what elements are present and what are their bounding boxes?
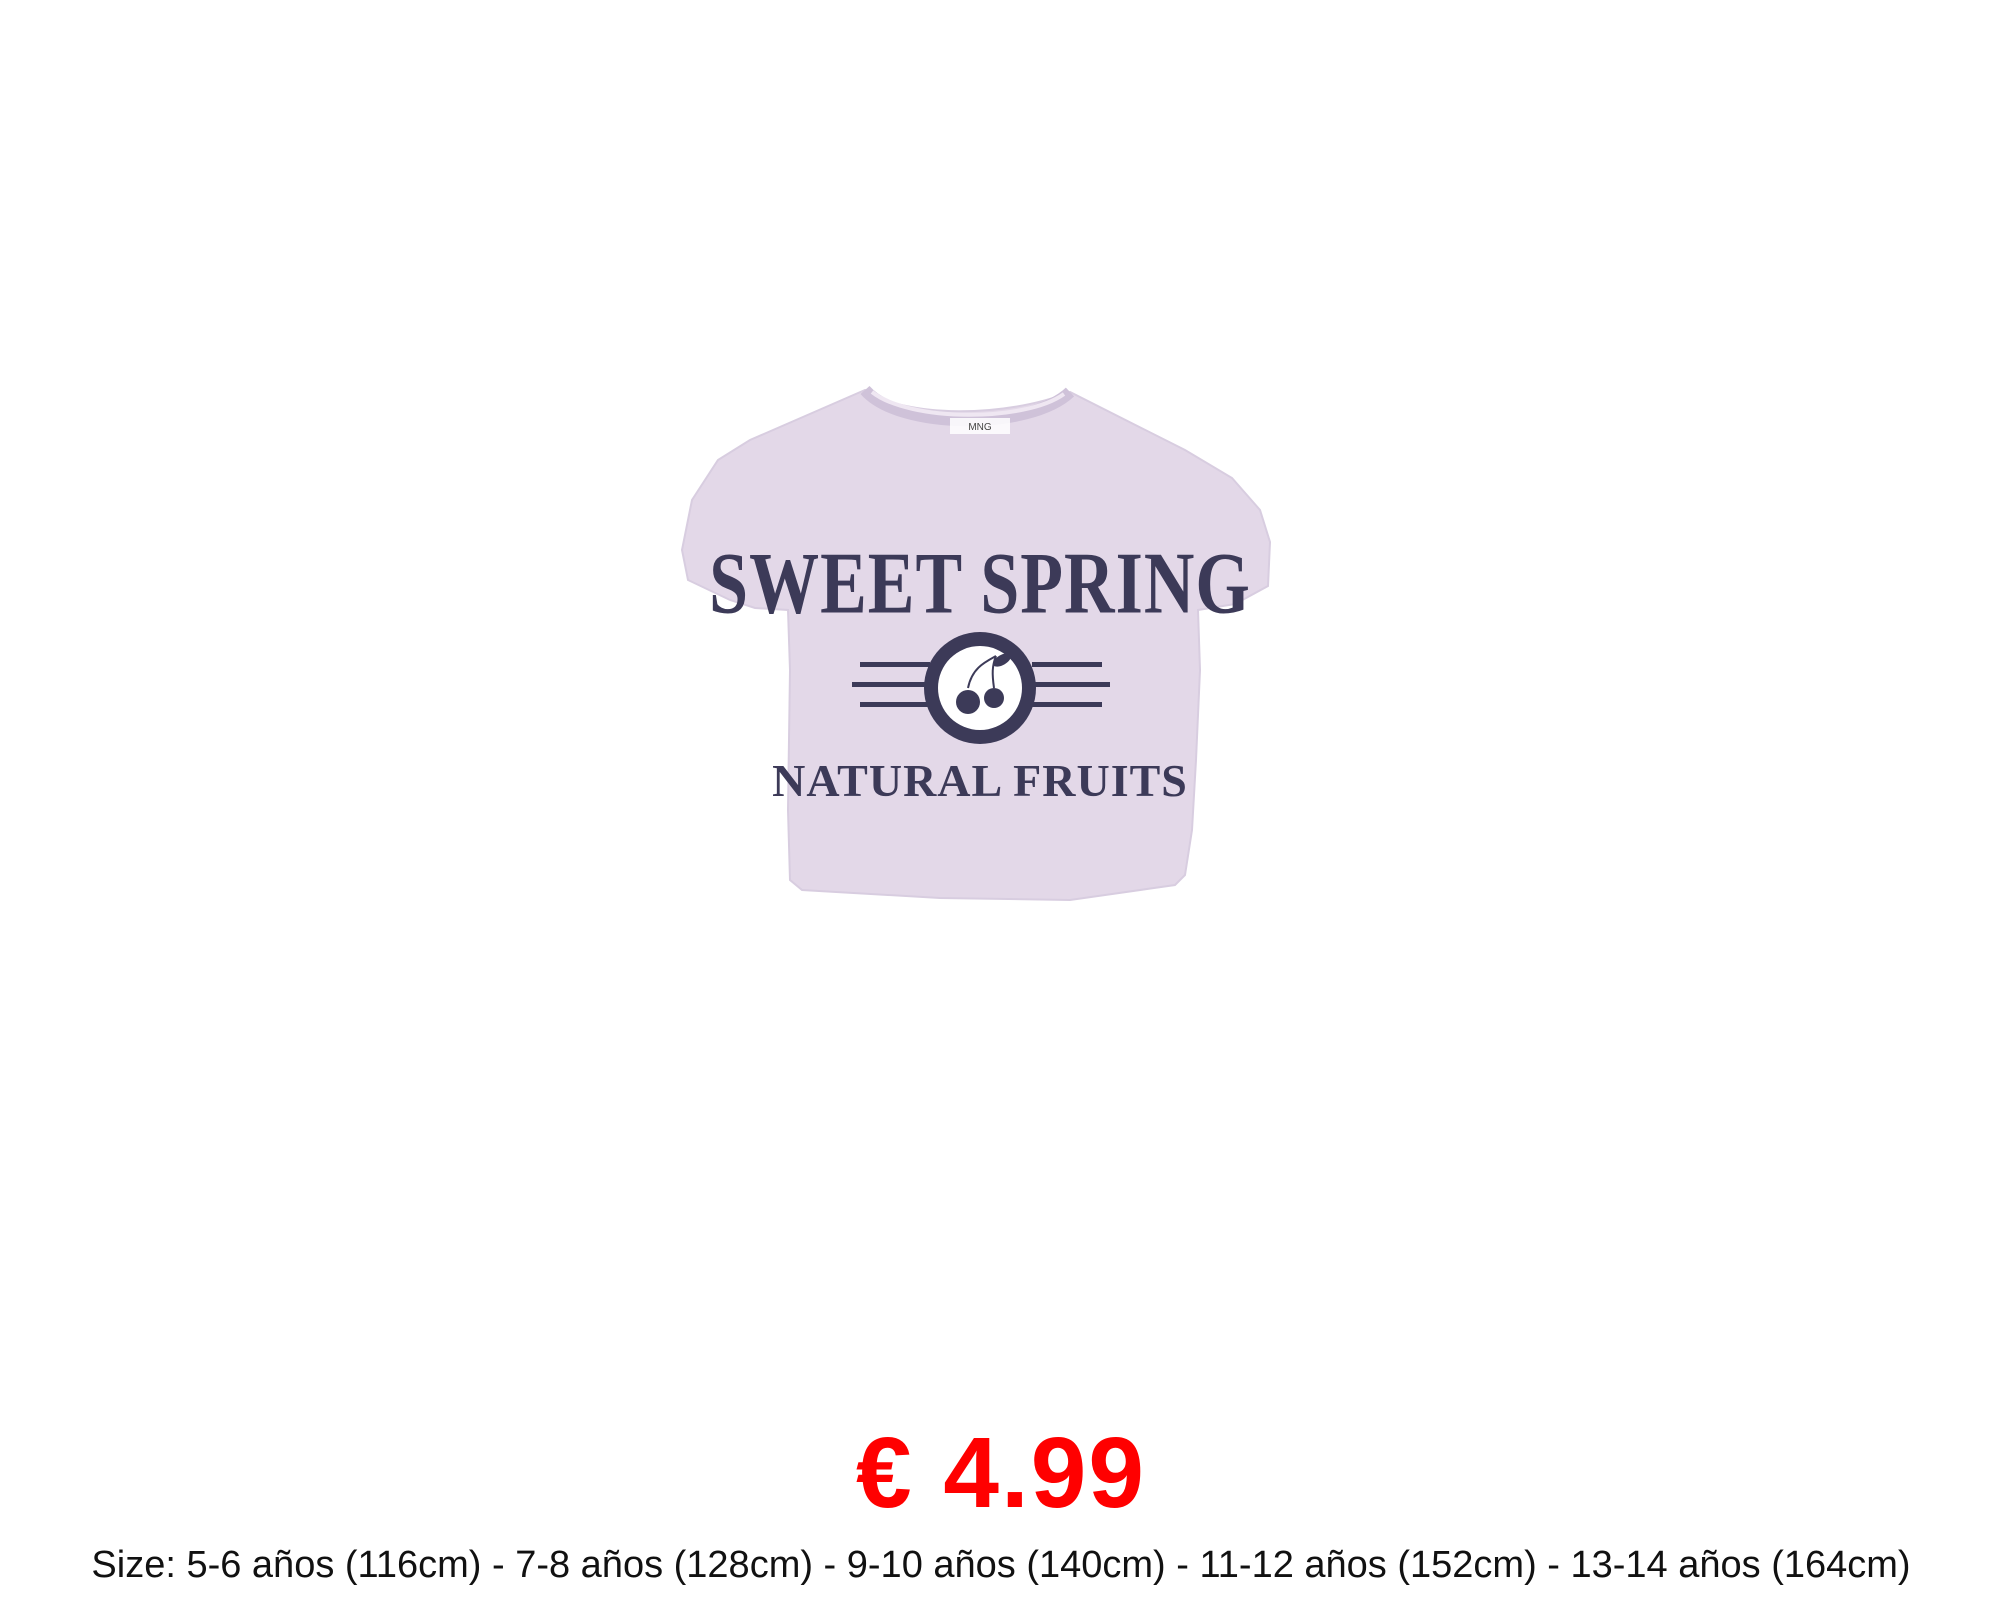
svg-text:MNG: MNG [968, 422, 992, 433]
size-list: Size: 5-6 años (116cm) - 7-8 años (128cm… [91, 1544, 1911, 1586]
price: € 4.99 [855, 1417, 1147, 1529]
print-line-2: NATURAL FRUITS [772, 755, 1188, 806]
product-image: MNG SWEET SPRING NATURAL FRUITS [640, 370, 1360, 1050]
tshirt-illustration: MNG SWEET SPRING NATURAL FRUITS [680, 385, 1272, 902]
print-line-1: SWEET SPRING [709, 535, 1251, 632]
